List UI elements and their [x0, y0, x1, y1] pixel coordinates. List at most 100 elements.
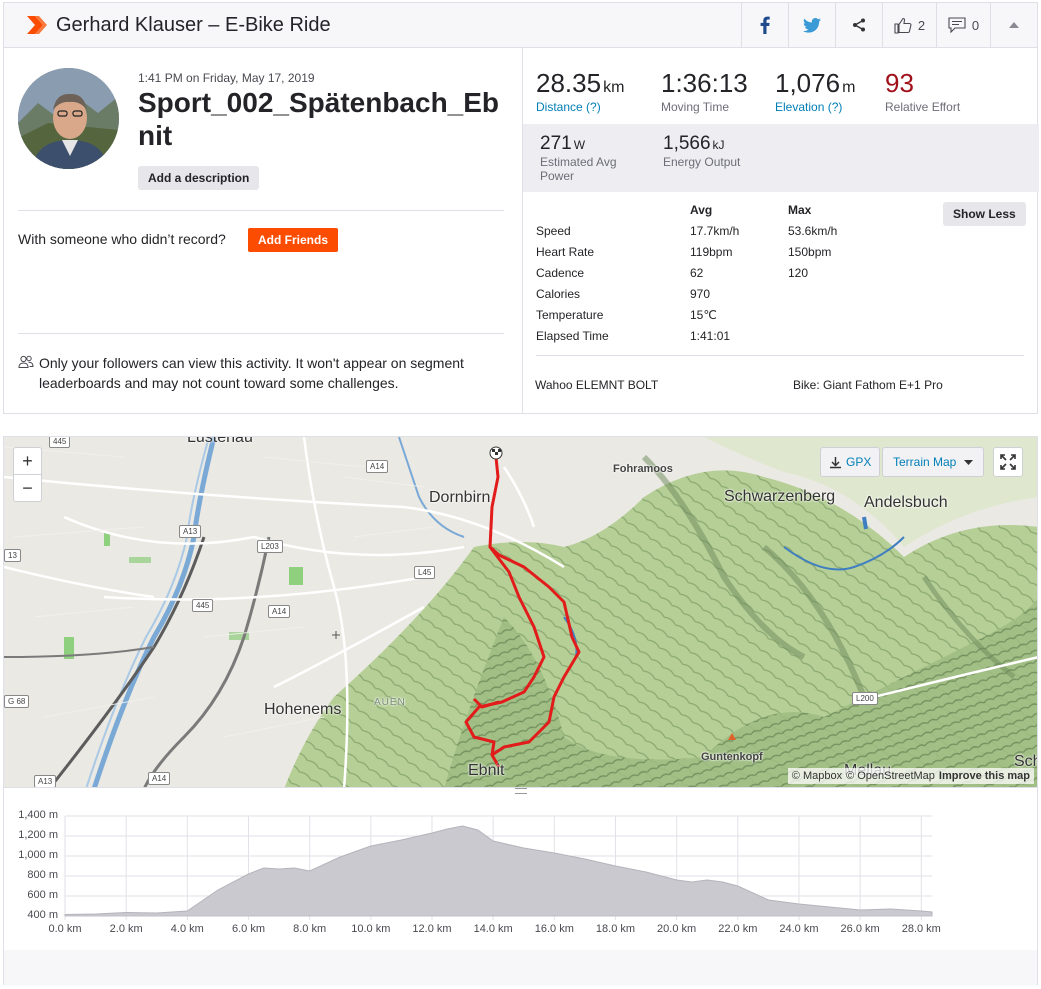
- twitter-share-button[interactable]: [788, 3, 835, 47]
- avg-column-header: Avg: [690, 203, 713, 217]
- y-tick-label: 600 m: [27, 889, 58, 901]
- x-tick-label: 24.0 km: [779, 923, 819, 935]
- fullscreen-button[interactable]: [993, 447, 1023, 477]
- y-tick-label: 800 m: [27, 869, 58, 881]
- stats-table-row: Calories 970: [523, 287, 1039, 308]
- caret-down-icon: [964, 459, 974, 465]
- athlete-photo: [18, 68, 119, 169]
- elevation-value: 1,076: [775, 68, 841, 98]
- map-town-label: Schwarzenberg: [724, 488, 836, 505]
- with-someone-text: With someone who didn’t record?: [18, 231, 226, 247]
- x-tick-label: 22.0 km: [718, 923, 758, 935]
- zoom-out-button[interactable]: −: [14, 475, 41, 502]
- map-town-label: Hohenems: [264, 701, 342, 718]
- activity-header: Gerhard Klauser – E-Bike Ride 2 0: [3, 2, 1038, 48]
- elevation-profile[interactable]: 1,400 m 1,200 m 1,000 m 800 m 600 m 400 m 0.0 …: [3, 788, 1038, 985]
- x-tick-label: 20.0 km: [657, 923, 697, 935]
- map-type-select[interactable]: Terrain Map: [882, 447, 985, 477]
- stats-table-row: Temperature 15℃: [523, 308, 1039, 329]
- x-tick-label: 0.0 km: [48, 923, 82, 935]
- facebook-share-button[interactable]: [741, 3, 788, 47]
- map-attribution: © Mapbox © OpenStreetMap Improve this ma…: [787, 768, 1034, 784]
- row-max: 120: [788, 266, 809, 280]
- x-tick-label: 18.0 km: [595, 923, 636, 935]
- activity-name[interactable]: Sport_002_Spätenbach_Ebnit: [138, 86, 508, 152]
- activity-datetime: 1:41 PM on Friday, May 17, 2019: [138, 71, 315, 85]
- stats-table-row: Speed 17.7km/h 53.6km/h: [523, 224, 1039, 245]
- activity-summary-card: 1:41 PM on Friday, May 17, 2019 Sport_00…: [3, 48, 1039, 414]
- collapse-header-button[interactable]: [990, 3, 1037, 47]
- athlete-avatar[interactable]: [18, 68, 119, 169]
- twitter-icon: [803, 17, 821, 33]
- row-label: Temperature: [536, 308, 604, 322]
- share-button[interactable]: [835, 3, 882, 47]
- divider: [18, 210, 504, 211]
- mapbox-attribution[interactable]: © Mapbox: [792, 770, 842, 782]
- map-town-label: Andelsbuch: [864, 494, 948, 511]
- road-shield: L200: [852, 692, 878, 705]
- add-friends-button[interactable]: Add Friends: [248, 228, 339, 252]
- distance-label[interactable]: Distance (?): [536, 100, 624, 114]
- distance-unit: km: [603, 79, 625, 96]
- stat-energy: 1,566 kJ Energy Output: [663, 133, 763, 169]
- relative-effort-label: Relative Effort: [885, 100, 961, 114]
- facebook-icon: [760, 16, 770, 34]
- chart-footer: [4, 950, 1037, 985]
- elevation-area: [64, 825, 933, 917]
- show-less-button[interactable]: Show Less: [943, 202, 1026, 226]
- activity-stats-panel: 28.35 km Distance (?) 1:36:13 Moving Time…: [522, 48, 1039, 413]
- add-description-button[interactable]: Add a description: [138, 166, 260, 190]
- y-tick-label: 1,400 m: [18, 809, 58, 821]
- x-tick-label: 2.0 km: [109, 923, 143, 935]
- thumbs-up-icon: [894, 17, 912, 34]
- map-type-value: Terrain Map: [893, 455, 957, 469]
- x-tick-label: 16.0 km: [534, 923, 574, 935]
- bike-name[interactable]: Bike: Giant Fathom E+1 Pro: [793, 378, 943, 392]
- gpx-label: GPX: [846, 455, 872, 469]
- stat-distance: 28.35 km Distance (?): [536, 68, 624, 114]
- improve-map-link[interactable]: Improve this map: [939, 770, 1030, 782]
- row-avg: 1:41:01: [690, 329, 731, 343]
- x-tick-label: 14.0 km: [473, 923, 513, 935]
- kudos-button[interactable]: 2: [882, 3, 936, 47]
- comment-icon: [948, 17, 966, 33]
- map-area-label: AUEN: [374, 697, 406, 708]
- stats-table-row: Cadence 62 120: [523, 266, 1039, 287]
- road-shield: A14: [148, 772, 171, 785]
- zoom-in-button[interactable]: +: [14, 448, 41, 475]
- row-avg: 15℃: [690, 308, 717, 322]
- power-value: 271: [540, 133, 572, 154]
- download-icon: [830, 456, 841, 468]
- map-peak-label: Guntenkopf: [701, 751, 763, 763]
- privacy-notice: Only your followers can view this activi…: [39, 355, 464, 391]
- stat-relative-effort[interactable]: 93 Relative Effort: [885, 68, 960, 114]
- moving-time-value: 1:36:13: [661, 68, 748, 98]
- export-gpx-button[interactable]: GPX: [820, 447, 881, 477]
- energy-unit: kJ: [712, 138, 725, 152]
- route-map[interactable]: Lustenau Dornbirn Schwarzenberg Andelsbu…: [3, 436, 1038, 788]
- comment-count: 0: [971, 17, 980, 33]
- distance-value: 28.35: [536, 68, 602, 98]
- expand-icon: [1000, 454, 1016, 470]
- row-avg: 119bpm: [690, 245, 733, 259]
- row-label: Heart Rate: [536, 245, 595, 259]
- stat-power: 271 W Estimated Avg Power: [540, 133, 640, 183]
- road-shield: 13: [4, 549, 21, 562]
- device-name: Wahoo ELEMNT BOLT: [535, 378, 659, 392]
- divider: [536, 355, 1024, 356]
- max-column-header: Max: [788, 203, 812, 217]
- elevation-label[interactable]: Elevation (?): [775, 100, 855, 114]
- comment-button[interactable]: 0: [936, 3, 990, 47]
- road-shield: 445: [192, 599, 214, 612]
- y-tick-label: 1,000 m: [18, 849, 58, 861]
- row-avg: 17.7km/h: [690, 224, 740, 238]
- power-label: Estimated Avg Power: [540, 155, 617, 183]
- energy-value: 1,566: [663, 133, 711, 154]
- row-avg: 62: [690, 266, 704, 280]
- x-tick-label: 10.0 km: [351, 923, 391, 935]
- x-tick-label: 8.0 km: [293, 923, 327, 935]
- road-shield: A14: [268, 605, 291, 618]
- x-tick-label: 28.0 km: [901, 923, 941, 935]
- osm-attribution[interactable]: © OpenStreetMap: [846, 770, 935, 782]
- row-label: Speed: [536, 224, 571, 238]
